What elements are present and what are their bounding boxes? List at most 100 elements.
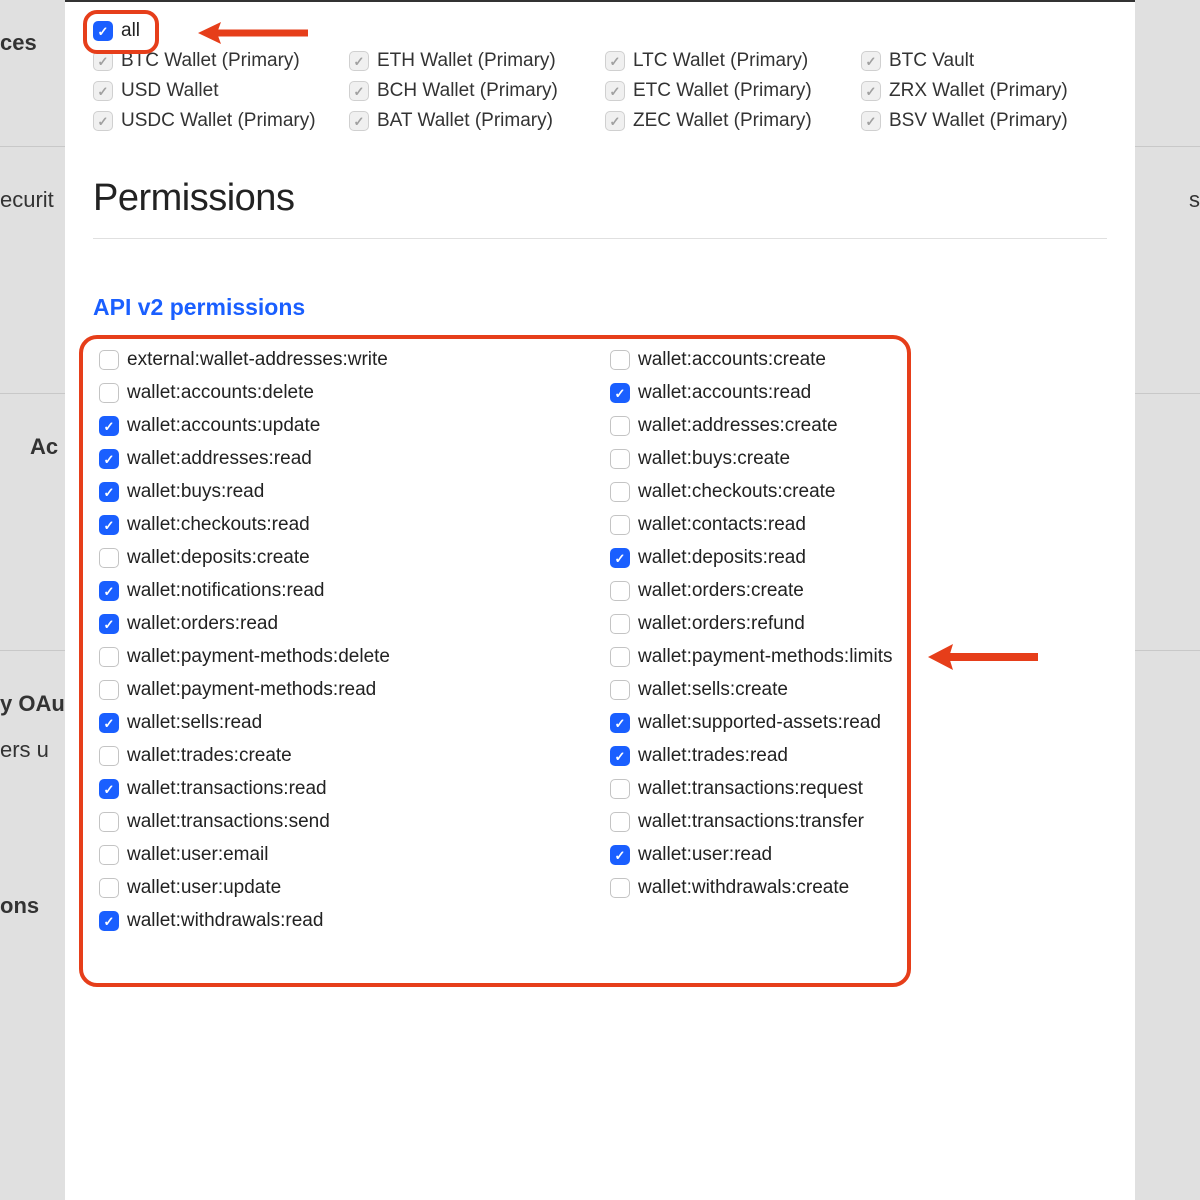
wallet-item[interactable]: ✓ ETH Wallet (Primary) bbox=[349, 50, 595, 72]
wallet-checkbox[interactable]: ✓ bbox=[349, 81, 369, 101]
permission-item[interactable]: ✓wallet:withdrawals:read bbox=[99, 910, 590, 932]
permission-checkbox[interactable] bbox=[99, 548, 119, 568]
permission-checkbox[interactable] bbox=[610, 647, 630, 667]
permission-checkbox[interactable] bbox=[99, 812, 119, 832]
permission-checkbox[interactable]: ✓ bbox=[99, 515, 119, 535]
permission-item[interactable]: wallet:user:update bbox=[99, 877, 590, 899]
permission-item[interactable]: ✓wallet:accounts:read bbox=[610, 382, 1101, 404]
check-icon: ✓ bbox=[615, 387, 626, 400]
permission-item[interactable]: wallet:accounts:delete bbox=[99, 382, 590, 404]
permission-item[interactable]: wallet:addresses:create bbox=[610, 415, 1101, 437]
permission-item[interactable]: wallet:user:email bbox=[99, 844, 590, 866]
wallet-item[interactable]: ✓USDC Wallet (Primary) bbox=[93, 110, 339, 132]
wallet-checkbox[interactable]: ✓ bbox=[605, 111, 625, 131]
permission-item[interactable]: wallet:trades:create bbox=[99, 745, 590, 767]
permission-checkbox[interactable] bbox=[610, 812, 630, 832]
permission-checkbox[interactable] bbox=[99, 350, 119, 370]
permission-checkbox[interactable]: ✓ bbox=[99, 614, 119, 634]
permission-item[interactable]: ✓wallet:transactions:read bbox=[99, 778, 590, 800]
wallet-checkbox[interactable]: ✓ bbox=[861, 81, 881, 101]
wallet-item[interactable]: ✓BCH Wallet (Primary) bbox=[349, 80, 595, 102]
permission-checkbox[interactable]: ✓ bbox=[99, 911, 119, 931]
permission-item[interactable]: wallet:transactions:transfer bbox=[610, 811, 1101, 833]
permission-item[interactable]: ✓wallet:accounts:update bbox=[99, 415, 590, 437]
checkbox-all[interactable]: ✓ bbox=[93, 21, 113, 41]
permission-checkbox[interactable] bbox=[610, 614, 630, 634]
permission-item[interactable]: wallet:payment-methods:read bbox=[99, 679, 590, 701]
permission-item[interactable]: wallet:transactions:request bbox=[610, 778, 1101, 800]
permission-item[interactable]: wallet:sells:create bbox=[610, 679, 1101, 701]
permission-item[interactable]: external:wallet-addresses:write bbox=[99, 349, 590, 371]
wallet-checkbox[interactable]: ✓ bbox=[349, 51, 369, 71]
wallet-item[interactable]: ✓ZRX Wallet (Primary) bbox=[861, 80, 1107, 102]
permission-checkbox[interactable] bbox=[610, 779, 630, 799]
permission-item[interactable]: wallet:orders:create bbox=[610, 580, 1101, 602]
permission-item[interactable]: wallet:buys:create bbox=[610, 448, 1101, 470]
wallet-checkbox[interactable]: ✓ bbox=[861, 111, 881, 131]
permission-item[interactable]: wallet:transactions:send bbox=[99, 811, 590, 833]
permission-checkbox[interactable]: ✓ bbox=[99, 449, 119, 469]
permission-checkbox[interactable] bbox=[610, 515, 630, 535]
permission-checkbox[interactable] bbox=[610, 482, 630, 502]
wallet-checkbox[interactable]: ✓ bbox=[93, 81, 113, 101]
permission-item[interactable]: ✓wallet:trades:read bbox=[610, 745, 1101, 767]
permission-label: external:wallet-addresses:write bbox=[127, 349, 388, 371]
wallet-checkbox[interactable]: ✓ bbox=[861, 51, 881, 71]
permission-checkbox[interactable]: ✓ bbox=[99, 581, 119, 601]
permission-item[interactable]: ✓wallet:deposits:read bbox=[610, 547, 1101, 569]
permission-item[interactable]: ✓wallet:supported-assets:read bbox=[610, 712, 1101, 734]
permission-item[interactable]: wallet:accounts:create bbox=[610, 349, 1101, 371]
wallet-checkbox[interactable]: ✓ bbox=[93, 111, 113, 131]
permission-checkbox[interactable] bbox=[99, 680, 119, 700]
permission-item[interactable]: ✓wallet:sells:read bbox=[99, 712, 590, 734]
bg-fragment: ecurit bbox=[0, 177, 54, 223]
permission-checkbox[interactable]: ✓ bbox=[99, 416, 119, 436]
permission-checkbox[interactable] bbox=[99, 383, 119, 403]
permission-checkbox[interactable]: ✓ bbox=[99, 779, 119, 799]
permission-checkbox[interactable] bbox=[610, 416, 630, 436]
wallet-item[interactable]: ✓ETC Wallet (Primary) bbox=[605, 80, 851, 102]
permission-checkbox[interactable] bbox=[610, 449, 630, 469]
wallet-item[interactable]: ✓USD Wallet bbox=[93, 80, 339, 102]
wallet-label: ETH Wallet (Primary) bbox=[377, 50, 556, 72]
permission-item[interactable]: ✓wallet:orders:read bbox=[99, 613, 590, 635]
permission-checkbox[interactable]: ✓ bbox=[610, 713, 630, 733]
permission-item[interactable]: ✓wallet:notifications:read bbox=[99, 580, 590, 602]
wallet-item[interactable]: ✓BAT Wallet (Primary) bbox=[349, 110, 595, 132]
permission-item[interactable]: wallet:withdrawals:create bbox=[610, 877, 1101, 899]
permission-item[interactable]: wallet:checkouts:create bbox=[610, 481, 1101, 503]
wallet-checkbox[interactable]: ✓ bbox=[605, 51, 625, 71]
wallet-item[interactable]: ✓BSV Wallet (Primary) bbox=[861, 110, 1107, 132]
permission-checkbox[interactable] bbox=[610, 878, 630, 898]
permission-item[interactable]: wallet:payment-methods:limits bbox=[610, 646, 1101, 668]
permission-item[interactable]: ✓wallet:buys:read bbox=[99, 481, 590, 503]
wallet-checkbox[interactable]: ✓ bbox=[605, 81, 625, 101]
check-icon: ✓ bbox=[104, 486, 115, 499]
wallet-item[interactable]: ✓BTC Wallet (Primary) bbox=[93, 50, 339, 72]
wallet-checkbox[interactable]: ✓ bbox=[93, 51, 113, 71]
permission-checkbox[interactable] bbox=[610, 350, 630, 370]
permission-checkbox[interactable]: ✓ bbox=[610, 548, 630, 568]
permission-checkbox[interactable] bbox=[99, 746, 119, 766]
permission-checkbox[interactable] bbox=[99, 845, 119, 865]
permission-checkbox[interactable]: ✓ bbox=[610, 383, 630, 403]
wallet-checkbox[interactable]: ✓ bbox=[349, 111, 369, 131]
permission-checkbox[interactable]: ✓ bbox=[610, 746, 630, 766]
permission-checkbox[interactable] bbox=[610, 680, 630, 700]
permission-item[interactable]: wallet:orders:refund bbox=[610, 613, 1101, 635]
permission-item[interactable]: ✓wallet:checkouts:read bbox=[99, 514, 590, 536]
permission-checkbox[interactable]: ✓ bbox=[99, 482, 119, 502]
permission-checkbox[interactable]: ✓ bbox=[610, 845, 630, 865]
permission-item[interactable]: wallet:deposits:create bbox=[99, 547, 590, 569]
permission-item[interactable]: ✓wallet:addresses:read bbox=[99, 448, 590, 470]
permission-item[interactable]: wallet:payment-methods:delete bbox=[99, 646, 590, 668]
permission-checkbox[interactable] bbox=[99, 878, 119, 898]
permission-checkbox[interactable]: ✓ bbox=[99, 713, 119, 733]
wallet-item[interactable]: ✓LTC Wallet (Primary) bbox=[605, 50, 851, 72]
permission-checkbox[interactable] bbox=[99, 647, 119, 667]
permission-item[interactable]: ✓wallet:user:read bbox=[610, 844, 1101, 866]
wallet-item[interactable]: ✓BTC Vault bbox=[861, 50, 1107, 72]
permission-checkbox[interactable] bbox=[610, 581, 630, 601]
wallet-item[interactable]: ✓ZEC Wallet (Primary) bbox=[605, 110, 851, 132]
permission-item[interactable]: wallet:contacts:read bbox=[610, 514, 1101, 536]
